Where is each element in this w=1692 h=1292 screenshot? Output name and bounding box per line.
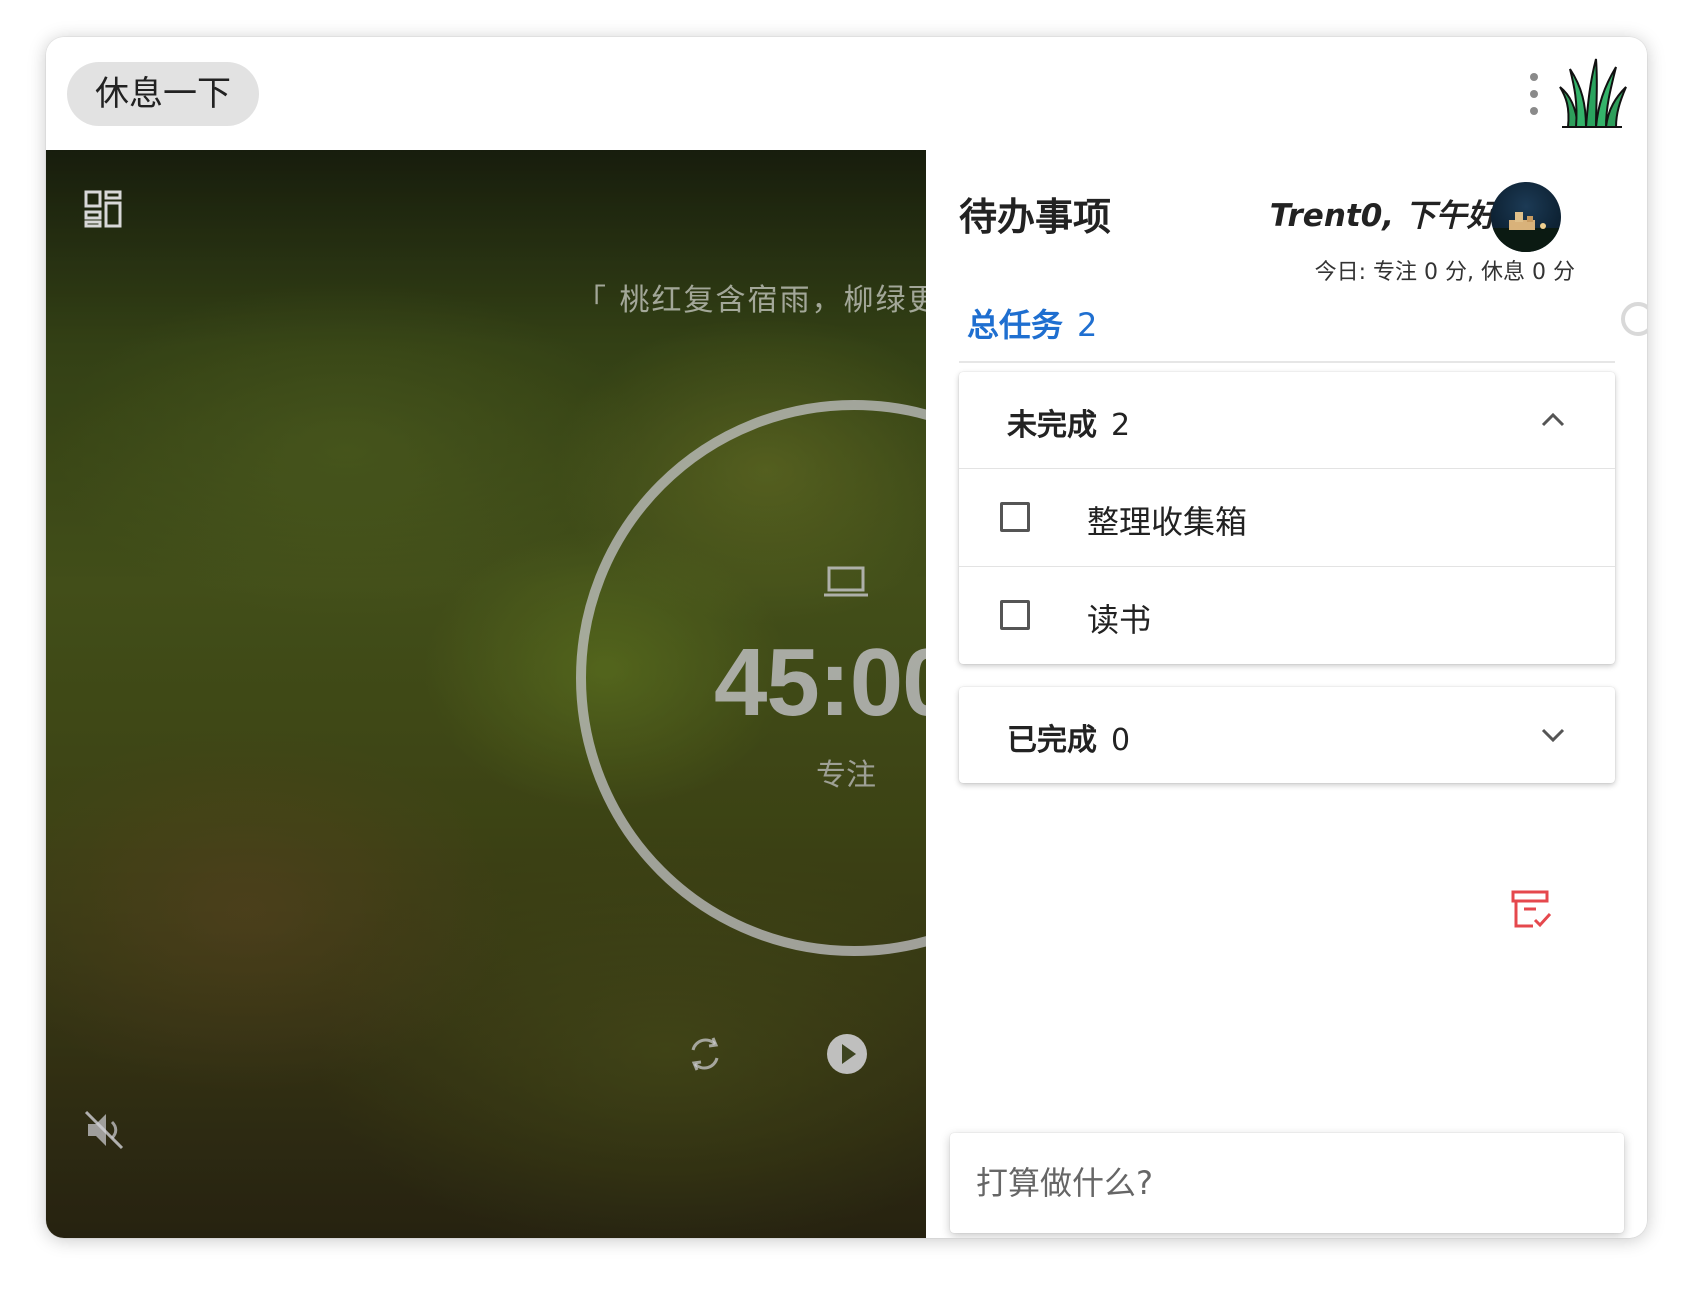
chevron-up-icon[interactable] [1539, 406, 1567, 434]
grass-logo-icon [1559, 58, 1627, 128]
tab-total-label: 总任务 [967, 306, 1064, 344]
incomplete-section-header[interactable]: 未完成 2 [959, 372, 1615, 468]
more-vertical-icon[interactable] [1528, 73, 1540, 117]
tab-total-tasks[interactable]: 总任务 2 [967, 300, 1097, 346]
incomplete-section: 未完成 2 整理收集箱 读书 [959, 372, 1615, 664]
qr-grid-icon[interactable] [84, 190, 122, 228]
swap-icon[interactable] [683, 1032, 727, 1076]
avatar-image [1491, 212, 1561, 252]
laptop-icon [824, 566, 868, 597]
todo-panel: 待办事项 Trent0, 下午好! 今日: 专注 0 分, 休息 0 分 总任务… [926, 150, 1647, 1238]
timer-display: 45:00 [714, 629, 926, 736]
task-label: 整理收集箱 [1087, 503, 1248, 541]
tab-divider [959, 361, 1615, 363]
task-row[interactable]: 读书 [959, 566, 1615, 664]
task-label: 读书 [1087, 601, 1152, 639]
task-row[interactable]: 整理收集箱 [959, 468, 1615, 566]
archive-check-icon[interactable] [1509, 888, 1553, 932]
chevron-down-icon[interactable] [1539, 721, 1567, 749]
app-window: 休息一下 「 桃红复含宿雨，柳绿更带朝烟 [46, 37, 1647, 1238]
quote-text: 「 桃红复含宿雨，柳绿更带朝烟 [576, 283, 926, 318]
task-checkbox[interactable] [1000, 600, 1030, 630]
task-checkbox[interactable] [1000, 502, 1030, 532]
tab-total-count: 2 [1077, 306, 1098, 344]
completed-section: 已完成 0 [959, 687, 1615, 783]
volume-mute-icon[interactable] [82, 1108, 126, 1152]
incomplete-header-text: 未完成 2 [1007, 400, 1130, 444]
todo-title: 待办事项 [959, 195, 1112, 239]
incomplete-count: 2 [1111, 408, 1131, 443]
play-circle-icon[interactable] [825, 1032, 869, 1076]
completed-section-header[interactable]: 已完成 0 [959, 687, 1615, 783]
avatar[interactable] [1491, 182, 1561, 252]
completed-count: 0 [1111, 723, 1131, 758]
focus-panel: 「 桃红复含宿雨，柳绿更带朝烟 45:00 专注 [46, 150, 926, 1238]
mode-label: 专注 [816, 758, 876, 793]
take-break-button[interactable]: 休息一下 [67, 62, 259, 126]
completed-label: 已完成 [1007, 723, 1097, 758]
titlebar: 休息一下 [46, 37, 1647, 150]
greeting-text: Trent0, 下午好! [1269, 198, 1512, 234]
new-task-input[interactable] [950, 1133, 1624, 1233]
today-stats: 今日: 专注 0 分, 休息 0 分 [1314, 260, 1575, 285]
loading-ring-icon [1621, 302, 1647, 336]
incomplete-label: 未完成 [1007, 408, 1097, 443]
completed-header-text: 已完成 0 [1007, 715, 1130, 759]
